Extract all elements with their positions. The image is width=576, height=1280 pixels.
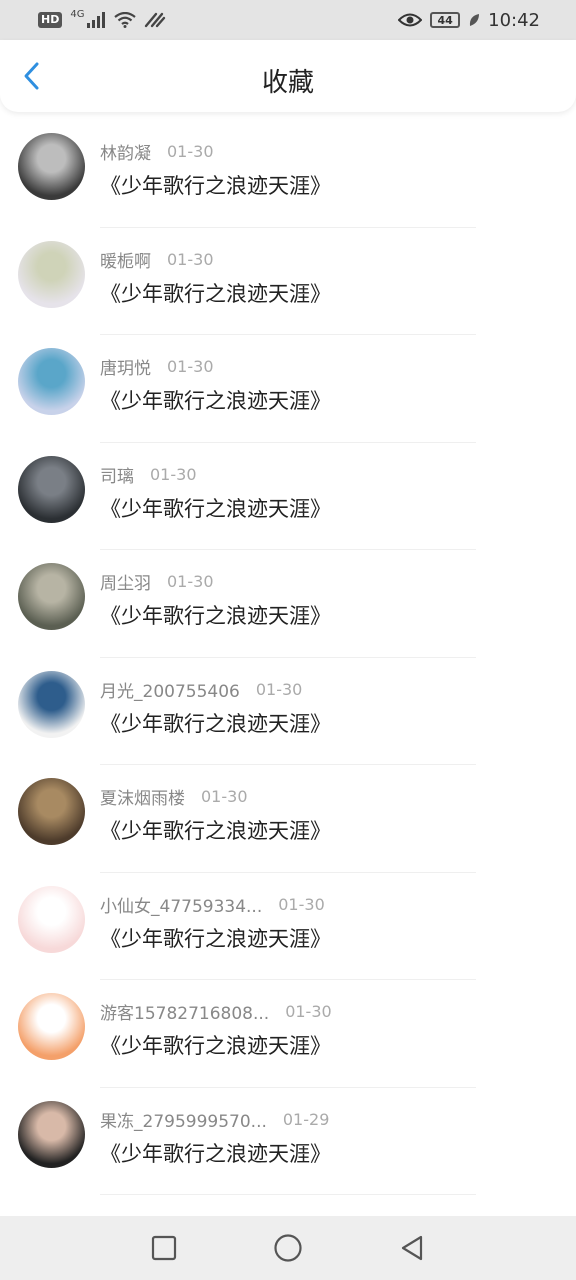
favorite-item[interactable]: 游客15782716808... 01-30 《少年歌行之浪迹天涯》 <box>0 980 576 1088</box>
favorite-item[interactable]: 暖栀啊 01-30 《少年歌行之浪迹天涯》 <box>0 228 576 335</box>
meta-row: 司璃 01-30 <box>100 462 197 487</box>
avatar[interactable] <box>18 240 85 308</box>
back-nav-button[interactable] <box>392 1228 432 1268</box>
page-title: 收藏 <box>261 68 314 98</box>
hd-badge: HD <box>38 12 63 28</box>
signal-icon <box>87 12 106 28</box>
favorite-item[interactable]: 唐玥悦 01-30 《少年歌行之浪迹天涯》 <box>0 335 576 443</box>
avatar[interactable] <box>18 778 85 845</box>
square-icon <box>151 1235 177 1261</box>
avatar[interactable] <box>18 348 85 415</box>
avatar[interactable] <box>18 1100 85 1168</box>
meta-row: 小仙女_47759334... 01-30 <box>100 892 325 917</box>
favorite-item[interactable]: 果冻_2795999570... 01-29 《少年歌行之浪迹天涯》 <box>0 1088 576 1195</box>
status-time: 10:42 <box>488 9 540 31</box>
user-name: 小仙女_47759334... <box>100 896 263 917</box>
user-name: 暖栀啊 <box>100 251 151 272</box>
book-title[interactable]: 《少年歌行之浪迹天涯》 <box>100 923 331 953</box>
user-name: 唐玥悦 <box>100 359 151 379</box>
favorite-item[interactable]: 林韵凝 01-30 《少年歌行之浪迹天涯》 <box>0 120 576 228</box>
user-name: 果冻_2795999570... <box>100 1111 267 1132</box>
avatar[interactable] <box>18 993 85 1060</box>
avatar[interactable] <box>18 885 85 953</box>
book-title[interactable]: 《少年歌行之浪迹天涯》 <box>100 815 331 845</box>
favorite-date: 01-29 <box>282 1109 330 1129</box>
favorite-item[interactable]: 周尘羽 01-30 《少年歌行之浪迹天涯》 <box>0 550 576 658</box>
book-title[interactable]: 《少年歌行之浪迹天涯》 <box>100 493 331 523</box>
favorite-item[interactable]: 月光_200755406 01-30 《少年歌行之浪迹天涯》 <box>0 658 576 765</box>
status-left: HD 4G <box>38 8 166 28</box>
network-type: 4G <box>70 8 85 20</box>
status-right: 44 10:42 <box>398 10 540 31</box>
header-bar: 收藏 <box>0 40 576 112</box>
meta-row: 夏沫烟雨楼 01-30 <box>100 784 248 809</box>
user-name: 游客15782716808... <box>100 1004 270 1024</box>
data-saver-icon <box>145 12 166 28</box>
favorite-date: 01-30 <box>167 572 214 591</box>
meta-row: 林韵凝 01-30 <box>100 139 214 164</box>
book-title[interactable]: 《少年歌行之浪迹天涯》 <box>100 385 331 415</box>
favorites-list: 林韵凝 01-30 《少年歌行之浪迹天涯》 暖栀啊 01-30 《少年歌行之浪迹… <box>0 120 576 1195</box>
avatar[interactable] <box>18 455 85 523</box>
user-name: 司璃 <box>100 466 134 487</box>
home-button[interactable] <box>268 1228 308 1268</box>
wifi-icon <box>114 12 137 28</box>
favorite-date: 01-30 <box>150 464 197 484</box>
favorite-date: 01-30 <box>167 249 214 269</box>
favorite-item[interactable]: 小仙女_47759334... 01-30 《少年歌行之浪迹天涯》 <box>0 873 576 980</box>
favorite-date: 01-30 <box>278 894 325 914</box>
favorite-date: 01-30 <box>201 787 248 806</box>
system-nav-bar <box>0 1216 576 1280</box>
recent-apps-button[interactable] <box>144 1228 184 1268</box>
book-title[interactable]: 《少年歌行之浪迹天涯》 <box>100 600 331 630</box>
status-bar: HD 4G 44 10:42 <box>0 0 576 40</box>
meta-row: 果冻_2795999570... 01-29 <box>100 1107 329 1132</box>
favorite-date: 01-30 <box>167 357 214 376</box>
book-title[interactable]: 《少年歌行之浪迹天涯》 <box>100 1138 331 1168</box>
triangle-back-icon <box>401 1235 423 1261</box>
favorite-date: 01-30 <box>167 142 214 161</box>
divider <box>100 1194 476 1195</box>
avatar[interactable] <box>18 670 85 738</box>
user-name: 林韵凝 <box>100 144 151 164</box>
leaf-icon <box>470 14 480 26</box>
user-name: 周尘羽 <box>100 574 151 594</box>
favorite-item[interactable]: 夏沫烟雨楼 01-30 《少年歌行之浪迹天涯》 <box>0 765 576 873</box>
book-title[interactable]: 《少年歌行之浪迹天涯》 <box>100 278 331 308</box>
avatar[interactable] <box>18 133 85 200</box>
meta-row: 游客15782716808... 01-30 <box>100 999 332 1024</box>
avatar[interactable] <box>18 563 85 630</box>
book-title[interactable]: 《少年歌行之浪迹天涯》 <box>100 170 331 200</box>
favorite-item[interactable]: 司璃 01-30 《少年歌行之浪迹天涯》 <box>0 443 576 550</box>
meta-row: 月光_200755406 01-30 <box>100 677 302 702</box>
meta-row: 周尘羽 01-30 <box>100 569 214 594</box>
circle-icon <box>274 1234 302 1262</box>
favorite-date: 01-30 <box>255 679 303 699</box>
meta-row: 暖栀啊 01-30 <box>100 247 214 272</box>
book-title[interactable]: 《少年歌行之浪迹天涯》 <box>100 708 331 738</box>
eye-icon <box>398 13 423 27</box>
user-name: 夏沫烟雨楼 <box>100 789 185 809</box>
user-name: 月光_200755406 <box>100 681 240 702</box>
book-title[interactable]: 《少年歌行之浪迹天涯》 <box>100 1030 331 1060</box>
battery-indicator: 44 <box>430 12 461 28</box>
meta-row: 唐玥悦 01-30 <box>100 354 214 379</box>
favorite-date: 01-30 <box>285 1002 332 1021</box>
